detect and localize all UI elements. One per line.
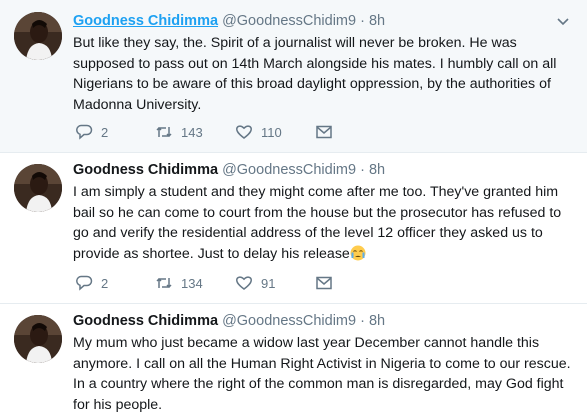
author-name[interactable]: Goodness Chidimma xyxy=(73,313,218,329)
like-count: 110 xyxy=(261,124,282,140)
like-button[interactable]: 91 xyxy=(235,273,275,293)
author-handle[interactable]: @GoodnessChidim9 xyxy=(222,13,356,29)
envelope-icon xyxy=(316,125,332,139)
separator: · xyxy=(360,13,365,29)
avatar[interactable] xyxy=(14,12,62,60)
reply-count: 2 xyxy=(101,275,109,291)
direct-message-button[interactable] xyxy=(315,273,341,293)
like-count: 91 xyxy=(261,275,276,291)
retweet-count: 143 xyxy=(181,124,203,140)
heart-icon xyxy=(236,276,252,290)
tweet-header: Goodness Chidimma @GoodnessChidim9 · 8h xyxy=(73,11,575,31)
tweet-text: My mum who just became a widow last year… xyxy=(73,335,571,413)
author-handle[interactable]: @GoodnessChidim9 xyxy=(222,313,356,329)
tweet[interactable]: Goodness Chidimma @GoodnessChidim9 · 8h … xyxy=(0,304,587,413)
like-button[interactable]: 110 xyxy=(235,122,282,142)
envelope-icon xyxy=(316,276,332,290)
retweet-button[interactable]: 134 xyxy=(155,273,203,293)
author-name[interactable]: Goodness Chidimma xyxy=(73,162,218,178)
retweet-button[interactable]: 143 xyxy=(155,122,203,142)
direct-message-button[interactable] xyxy=(315,122,341,142)
tweet-text: But like they say, the. Spirit of a jour… xyxy=(73,35,557,113)
crying-face-icon xyxy=(350,245,366,260)
reply-icon xyxy=(76,124,93,140)
author-name[interactable]: Goodness Chidimma xyxy=(73,13,218,29)
avatar[interactable] xyxy=(14,164,62,212)
tweet[interactable]: Goodness Chidimma @GoodnessChidim9 · 8h … xyxy=(0,0,587,153)
reply-count: 2 xyxy=(101,124,109,140)
chevron-down-icon[interactable] xyxy=(555,13,571,29)
timestamp[interactable]: 8h xyxy=(369,313,385,329)
reply-button[interactable]: 2 xyxy=(75,273,108,293)
tweet[interactable]: Goodness Chidimma @GoodnessChidim9 · 8h … xyxy=(0,153,587,304)
avatar[interactable] xyxy=(14,315,62,363)
reply-icon xyxy=(76,275,93,291)
author-handle[interactable]: @GoodnessChidim9 xyxy=(222,162,356,178)
separator: · xyxy=(360,162,365,178)
tweet-text-body: I am simply a student and they might com… xyxy=(73,184,562,262)
tweet-header: Goodness Chidimma @GoodnessChidim9 · 8h xyxy=(73,311,575,331)
timestamp[interactable]: 8h xyxy=(369,13,385,29)
tweet-header: Goodness Chidimma @GoodnessChidim9 · 8h xyxy=(73,160,575,180)
retweet-count: 134 xyxy=(181,275,203,291)
separator: · xyxy=(360,313,365,329)
reply-button[interactable]: 2 xyxy=(75,122,108,142)
retweet-icon xyxy=(156,126,172,138)
heart-icon xyxy=(236,125,252,139)
tweet-actions: 2 143 110 xyxy=(73,122,473,142)
timestamp[interactable]: 8h xyxy=(369,162,385,178)
retweet-icon xyxy=(156,277,172,289)
tweet-text: I am simply a student and they might com… xyxy=(73,182,575,264)
tweet-actions: 2 134 91 xyxy=(73,273,473,293)
